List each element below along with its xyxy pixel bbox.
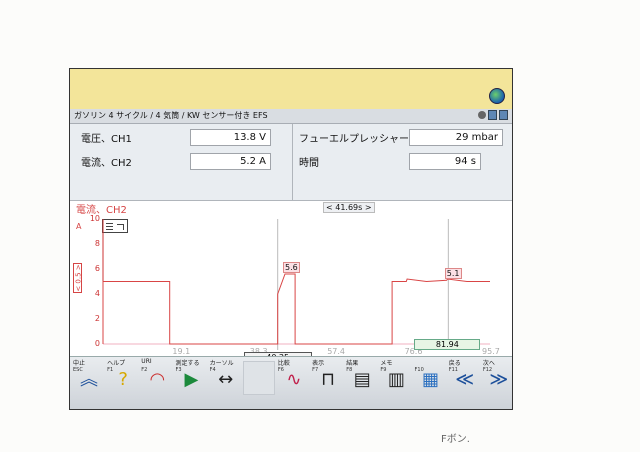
toolbar-key-label: 比較 bbox=[277, 360, 290, 367]
gauge-icon: ◠ bbox=[149, 369, 166, 390]
memo-icon: ▥ bbox=[387, 369, 405, 390]
voltage-value: 13.8 V bbox=[190, 129, 271, 146]
title-bar: ガソリン 4 サイクル / 4 気筒 / KW センサー付き EFS bbox=[70, 109, 512, 124]
toolbar-key-f2[interactable]: URI F2 ◠ bbox=[138, 357, 172, 409]
help-icon: ? bbox=[118, 369, 128, 390]
globe-icon[interactable] bbox=[489, 88, 505, 104]
readings-divider bbox=[292, 124, 293, 200]
next-icon: ≫ bbox=[489, 369, 509, 390]
toolbar-key-label: メモ bbox=[380, 360, 393, 367]
readings-panel: 電圧、CH1 13.8 V 電流、CH2 5.2 A フューエルプレッシャー 2… bbox=[70, 124, 512, 201]
monitor-icon[interactable] bbox=[488, 110, 497, 120]
blank-key-icon bbox=[242, 361, 275, 395]
cursor-value-2[interactable]: 81.94 bbox=[414, 339, 481, 350]
window-title: ガソリン 4 サイクル / 4 気筒 / KW センサー付き EFS bbox=[74, 111, 268, 120]
time-value: 94 s bbox=[409, 153, 481, 170]
current-label: 電流、CH2 bbox=[81, 158, 132, 169]
toolbar-key-f1[interactable]: ヘルプ F1? bbox=[104, 357, 138, 409]
data-label: 5.1 bbox=[444, 268, 462, 280]
function-key-toolbar: 中止ESC︽ヘルプF1?URIF2◠測定するF3▶カーソルF4↔F5比較F6∿表… bbox=[70, 356, 512, 409]
toolbar-key-label: 結果 bbox=[346, 360, 359, 367]
toolbar-key-label: 測定する bbox=[175, 360, 200, 367]
toolbar-key-esc[interactable]: 中止 ESC ︽ bbox=[70, 357, 104, 409]
toolbar-key-label: ヘルプ bbox=[107, 360, 126, 367]
toolbar-key-f5[interactable]: F5 bbox=[241, 357, 275, 409]
toolbar-key-f10[interactable]: F10 ▦ bbox=[412, 357, 446, 409]
chevron-up-icon: ︽ bbox=[80, 369, 98, 390]
print-icon: ▦ bbox=[422, 369, 440, 390]
toolbar-key-label: 戻る bbox=[448, 360, 461, 367]
voltage-label: 電圧、CH1 bbox=[81, 134, 132, 145]
display-icon: ⊓ bbox=[321, 369, 336, 390]
toolbar-key-f11[interactable]: 戻る F11 ≪ bbox=[446, 357, 480, 409]
data-label: 5.6 bbox=[283, 262, 300, 273]
print-small-icon[interactable] bbox=[499, 110, 508, 120]
toolbar-key-label: カーソル bbox=[209, 360, 234, 367]
time-label: 時間 bbox=[299, 158, 319, 169]
fuel-pressure-value: 29 mbar bbox=[409, 129, 503, 146]
toolbar-key-f7[interactable]: 表示 F7 ⊓ bbox=[309, 357, 343, 409]
toolbar-key-f9[interactable]: メモ F9 ▥ bbox=[377, 357, 411, 409]
device-screen: ガソリン 4 サイクル / 4 気筒 / KW センサー付き EFS 電圧、CH… bbox=[69, 68, 513, 410]
toolbar-key-f4[interactable]: カーソル F4 ↔ bbox=[207, 357, 241, 409]
back-icon: ≪ bbox=[455, 369, 475, 390]
current-value: 5.2 A bbox=[190, 153, 271, 170]
toolbar-key-f6[interactable]: 比較 F6 ∿ bbox=[275, 357, 309, 409]
waveform-chart[interactable]: 電流、CH2 < 41.69s > A < 0.5 > 0 2 4 6 8 10 19.1… bbox=[70, 201, 512, 363]
toolbar-key-f12[interactable]: 次へ F12 ≫ bbox=[480, 357, 512, 409]
toolbar-key-f3[interactable]: 測定する F3 ▶ bbox=[172, 357, 206, 409]
toolbar-key-label: URI bbox=[141, 358, 152, 365]
handwritten-note: Fボン. bbox=[441, 434, 470, 445]
play-icon: ▶ bbox=[184, 369, 199, 390]
toolbar-key-label: 次へ bbox=[482, 360, 495, 367]
title-bar-icons bbox=[478, 110, 508, 120]
result-icon: ▤ bbox=[353, 369, 371, 390]
toolbar-key-f8[interactable]: 結果 F8 ▤ bbox=[343, 357, 377, 409]
top-bar bbox=[70, 69, 512, 109]
fuel-pressure-label: フューエルプレッシャー bbox=[299, 134, 409, 145]
series-line-1 bbox=[102, 273, 490, 345]
status-dot-icon bbox=[478, 111, 486, 119]
toolbar-key-label: 表示 bbox=[312, 360, 325, 367]
toolbar-key-label: 中止 bbox=[73, 360, 86, 367]
cursor-icon: ↔ bbox=[218, 369, 234, 390]
compare-icon: ∿ bbox=[286, 369, 302, 390]
